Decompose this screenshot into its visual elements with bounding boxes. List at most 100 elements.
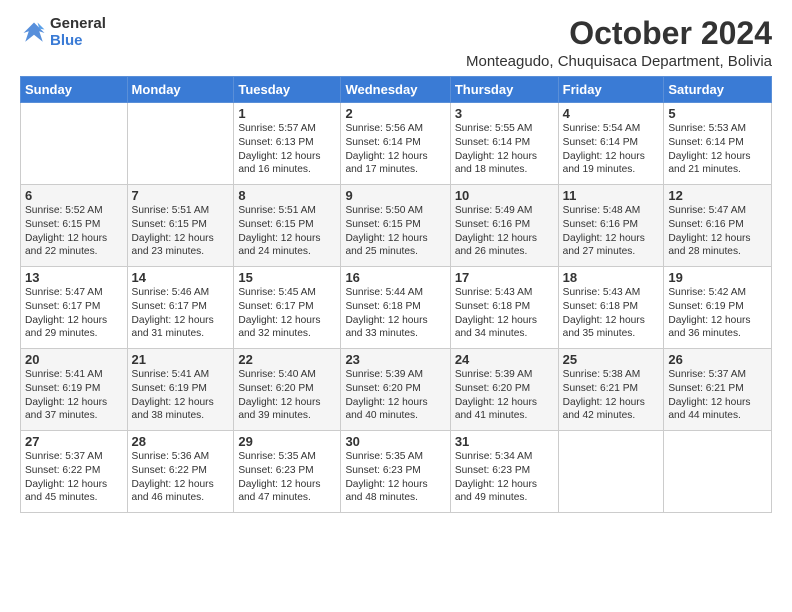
table-row: 10Sunrise: 5:49 AM Sunset: 6:16 PM Dayli…: [450, 185, 558, 267]
day-number: 14: [132, 270, 230, 285]
day-number: 17: [455, 270, 554, 285]
day-number: 22: [238, 352, 336, 367]
day-info: Sunrise: 5:39 AM Sunset: 6:20 PM Dayligh…: [345, 368, 445, 423]
col-wednesday: Wednesday: [341, 77, 450, 103]
day-number: 29: [238, 434, 336, 449]
title-block: October 2024 Monteagudo, Chuquisaca Depa…: [466, 16, 772, 70]
day-number: 3: [455, 106, 554, 121]
day-number: 21: [132, 352, 230, 367]
day-number: 25: [563, 352, 660, 367]
day-info: Sunrise: 5:35 AM Sunset: 6:23 PM Dayligh…: [345, 450, 445, 505]
day-info: Sunrise: 5:36 AM Sunset: 6:22 PM Dayligh…: [132, 450, 230, 505]
day-info: Sunrise: 5:51 AM Sunset: 6:15 PM Dayligh…: [238, 204, 336, 259]
day-number: 8: [238, 188, 336, 203]
day-number: 4: [563, 106, 660, 121]
calendar-page: General Blue October 2024 Monteagudo, Ch…: [0, 0, 792, 612]
calendar-week-row: 13Sunrise: 5:47 AM Sunset: 6:17 PM Dayli…: [21, 267, 772, 349]
logo-text: General Blue: [50, 16, 106, 49]
day-info: Sunrise: 5:53 AM Sunset: 6:14 PM Dayligh…: [668, 122, 767, 177]
day-info: Sunrise: 5:34 AM Sunset: 6:23 PM Dayligh…: [455, 450, 554, 505]
logo-blue: Blue: [50, 33, 106, 50]
day-number: 2: [345, 106, 445, 121]
table-row: 3Sunrise: 5:55 AM Sunset: 6:14 PM Daylig…: [450, 103, 558, 185]
day-info: Sunrise: 5:40 AM Sunset: 6:20 PM Dayligh…: [238, 368, 336, 423]
table-row: 17Sunrise: 5:43 AM Sunset: 6:18 PM Dayli…: [450, 267, 558, 349]
table-row: 2Sunrise: 5:56 AM Sunset: 6:14 PM Daylig…: [341, 103, 450, 185]
day-info: Sunrise: 5:54 AM Sunset: 6:14 PM Dayligh…: [563, 122, 660, 177]
day-info: Sunrise: 5:37 AM Sunset: 6:21 PM Dayligh…: [668, 368, 767, 423]
day-number: 28: [132, 434, 230, 449]
day-number: 18: [563, 270, 660, 285]
table-row: [664, 431, 772, 513]
calendar-week-row: 1Sunrise: 5:57 AM Sunset: 6:13 PM Daylig…: [21, 103, 772, 185]
day-number: 1: [238, 106, 336, 121]
calendar-title: October 2024: [466, 16, 772, 51]
day-number: 5: [668, 106, 767, 121]
table-row: 7Sunrise: 5:51 AM Sunset: 6:15 PM Daylig…: [127, 185, 234, 267]
day-number: 23: [345, 352, 445, 367]
logo: General Blue: [20, 16, 106, 49]
table-row: 29Sunrise: 5:35 AM Sunset: 6:23 PM Dayli…: [234, 431, 341, 513]
header: General Blue October 2024 Monteagudo, Ch…: [20, 16, 772, 70]
day-info: Sunrise: 5:37 AM Sunset: 6:22 PM Dayligh…: [25, 450, 123, 505]
day-number: 26: [668, 352, 767, 367]
col-monday: Monday: [127, 77, 234, 103]
table-row: 15Sunrise: 5:45 AM Sunset: 6:17 PM Dayli…: [234, 267, 341, 349]
table-row: 5Sunrise: 5:53 AM Sunset: 6:14 PM Daylig…: [664, 103, 772, 185]
col-tuesday: Tuesday: [234, 77, 341, 103]
day-info: Sunrise: 5:44 AM Sunset: 6:18 PM Dayligh…: [345, 286, 445, 341]
table-row: 21Sunrise: 5:41 AM Sunset: 6:19 PM Dayli…: [127, 349, 234, 431]
table-row: 9Sunrise: 5:50 AM Sunset: 6:15 PM Daylig…: [341, 185, 450, 267]
day-info: Sunrise: 5:43 AM Sunset: 6:18 PM Dayligh…: [563, 286, 660, 341]
table-row: [558, 431, 664, 513]
day-info: Sunrise: 5:49 AM Sunset: 6:16 PM Dayligh…: [455, 204, 554, 259]
col-thursday: Thursday: [450, 77, 558, 103]
day-number: 6: [25, 188, 123, 203]
table-row: 25Sunrise: 5:38 AM Sunset: 6:21 PM Dayli…: [558, 349, 664, 431]
day-number: 7: [132, 188, 230, 203]
table-row: 6Sunrise: 5:52 AM Sunset: 6:15 PM Daylig…: [21, 185, 128, 267]
day-info: Sunrise: 5:43 AM Sunset: 6:18 PM Dayligh…: [455, 286, 554, 341]
day-number: 16: [345, 270, 445, 285]
day-number: 12: [668, 188, 767, 203]
table-row: 18Sunrise: 5:43 AM Sunset: 6:18 PM Dayli…: [558, 267, 664, 349]
day-info: Sunrise: 5:48 AM Sunset: 6:16 PM Dayligh…: [563, 204, 660, 259]
table-row: [127, 103, 234, 185]
day-number: 13: [25, 270, 123, 285]
day-info: Sunrise: 5:57 AM Sunset: 6:13 PM Dayligh…: [238, 122, 336, 177]
table-row: 12Sunrise: 5:47 AM Sunset: 6:16 PM Dayli…: [664, 185, 772, 267]
table-row: 27Sunrise: 5:37 AM Sunset: 6:22 PM Dayli…: [21, 431, 128, 513]
day-number: 31: [455, 434, 554, 449]
table-row: 28Sunrise: 5:36 AM Sunset: 6:22 PM Dayli…: [127, 431, 234, 513]
table-row: 13Sunrise: 5:47 AM Sunset: 6:17 PM Dayli…: [21, 267, 128, 349]
logo-icon: [20, 19, 48, 47]
day-info: Sunrise: 5:47 AM Sunset: 6:16 PM Dayligh…: [668, 204, 767, 259]
table-row: [21, 103, 128, 185]
table-row: 24Sunrise: 5:39 AM Sunset: 6:20 PM Dayli…: [450, 349, 558, 431]
logo-general: General: [50, 16, 106, 33]
calendar-week-row: 27Sunrise: 5:37 AM Sunset: 6:22 PM Dayli…: [21, 431, 772, 513]
day-info: Sunrise: 5:50 AM Sunset: 6:15 PM Dayligh…: [345, 204, 445, 259]
table-row: 20Sunrise: 5:41 AM Sunset: 6:19 PM Dayli…: [21, 349, 128, 431]
table-row: 19Sunrise: 5:42 AM Sunset: 6:19 PM Dayli…: [664, 267, 772, 349]
day-info: Sunrise: 5:38 AM Sunset: 6:21 PM Dayligh…: [563, 368, 660, 423]
col-sunday: Sunday: [21, 77, 128, 103]
col-friday: Friday: [558, 77, 664, 103]
table-row: 1Sunrise: 5:57 AM Sunset: 6:13 PM Daylig…: [234, 103, 341, 185]
day-number: 11: [563, 188, 660, 203]
day-number: 19: [668, 270, 767, 285]
table-row: 31Sunrise: 5:34 AM Sunset: 6:23 PM Dayli…: [450, 431, 558, 513]
calendar-header-row: Sunday Monday Tuesday Wednesday Thursday…: [21, 77, 772, 103]
day-info: Sunrise: 5:35 AM Sunset: 6:23 PM Dayligh…: [238, 450, 336, 505]
table-row: 26Sunrise: 5:37 AM Sunset: 6:21 PM Dayli…: [664, 349, 772, 431]
day-number: 30: [345, 434, 445, 449]
day-info: Sunrise: 5:56 AM Sunset: 6:14 PM Dayligh…: [345, 122, 445, 177]
table-row: 8Sunrise: 5:51 AM Sunset: 6:15 PM Daylig…: [234, 185, 341, 267]
day-info: Sunrise: 5:39 AM Sunset: 6:20 PM Dayligh…: [455, 368, 554, 423]
day-info: Sunrise: 5:41 AM Sunset: 6:19 PM Dayligh…: [25, 368, 123, 423]
day-info: Sunrise: 5:47 AM Sunset: 6:17 PM Dayligh…: [25, 286, 123, 341]
day-number: 10: [455, 188, 554, 203]
table-row: 11Sunrise: 5:48 AM Sunset: 6:16 PM Dayli…: [558, 185, 664, 267]
calendar-table: Sunday Monday Tuesday Wednesday Thursday…: [20, 76, 772, 513]
col-saturday: Saturday: [664, 77, 772, 103]
